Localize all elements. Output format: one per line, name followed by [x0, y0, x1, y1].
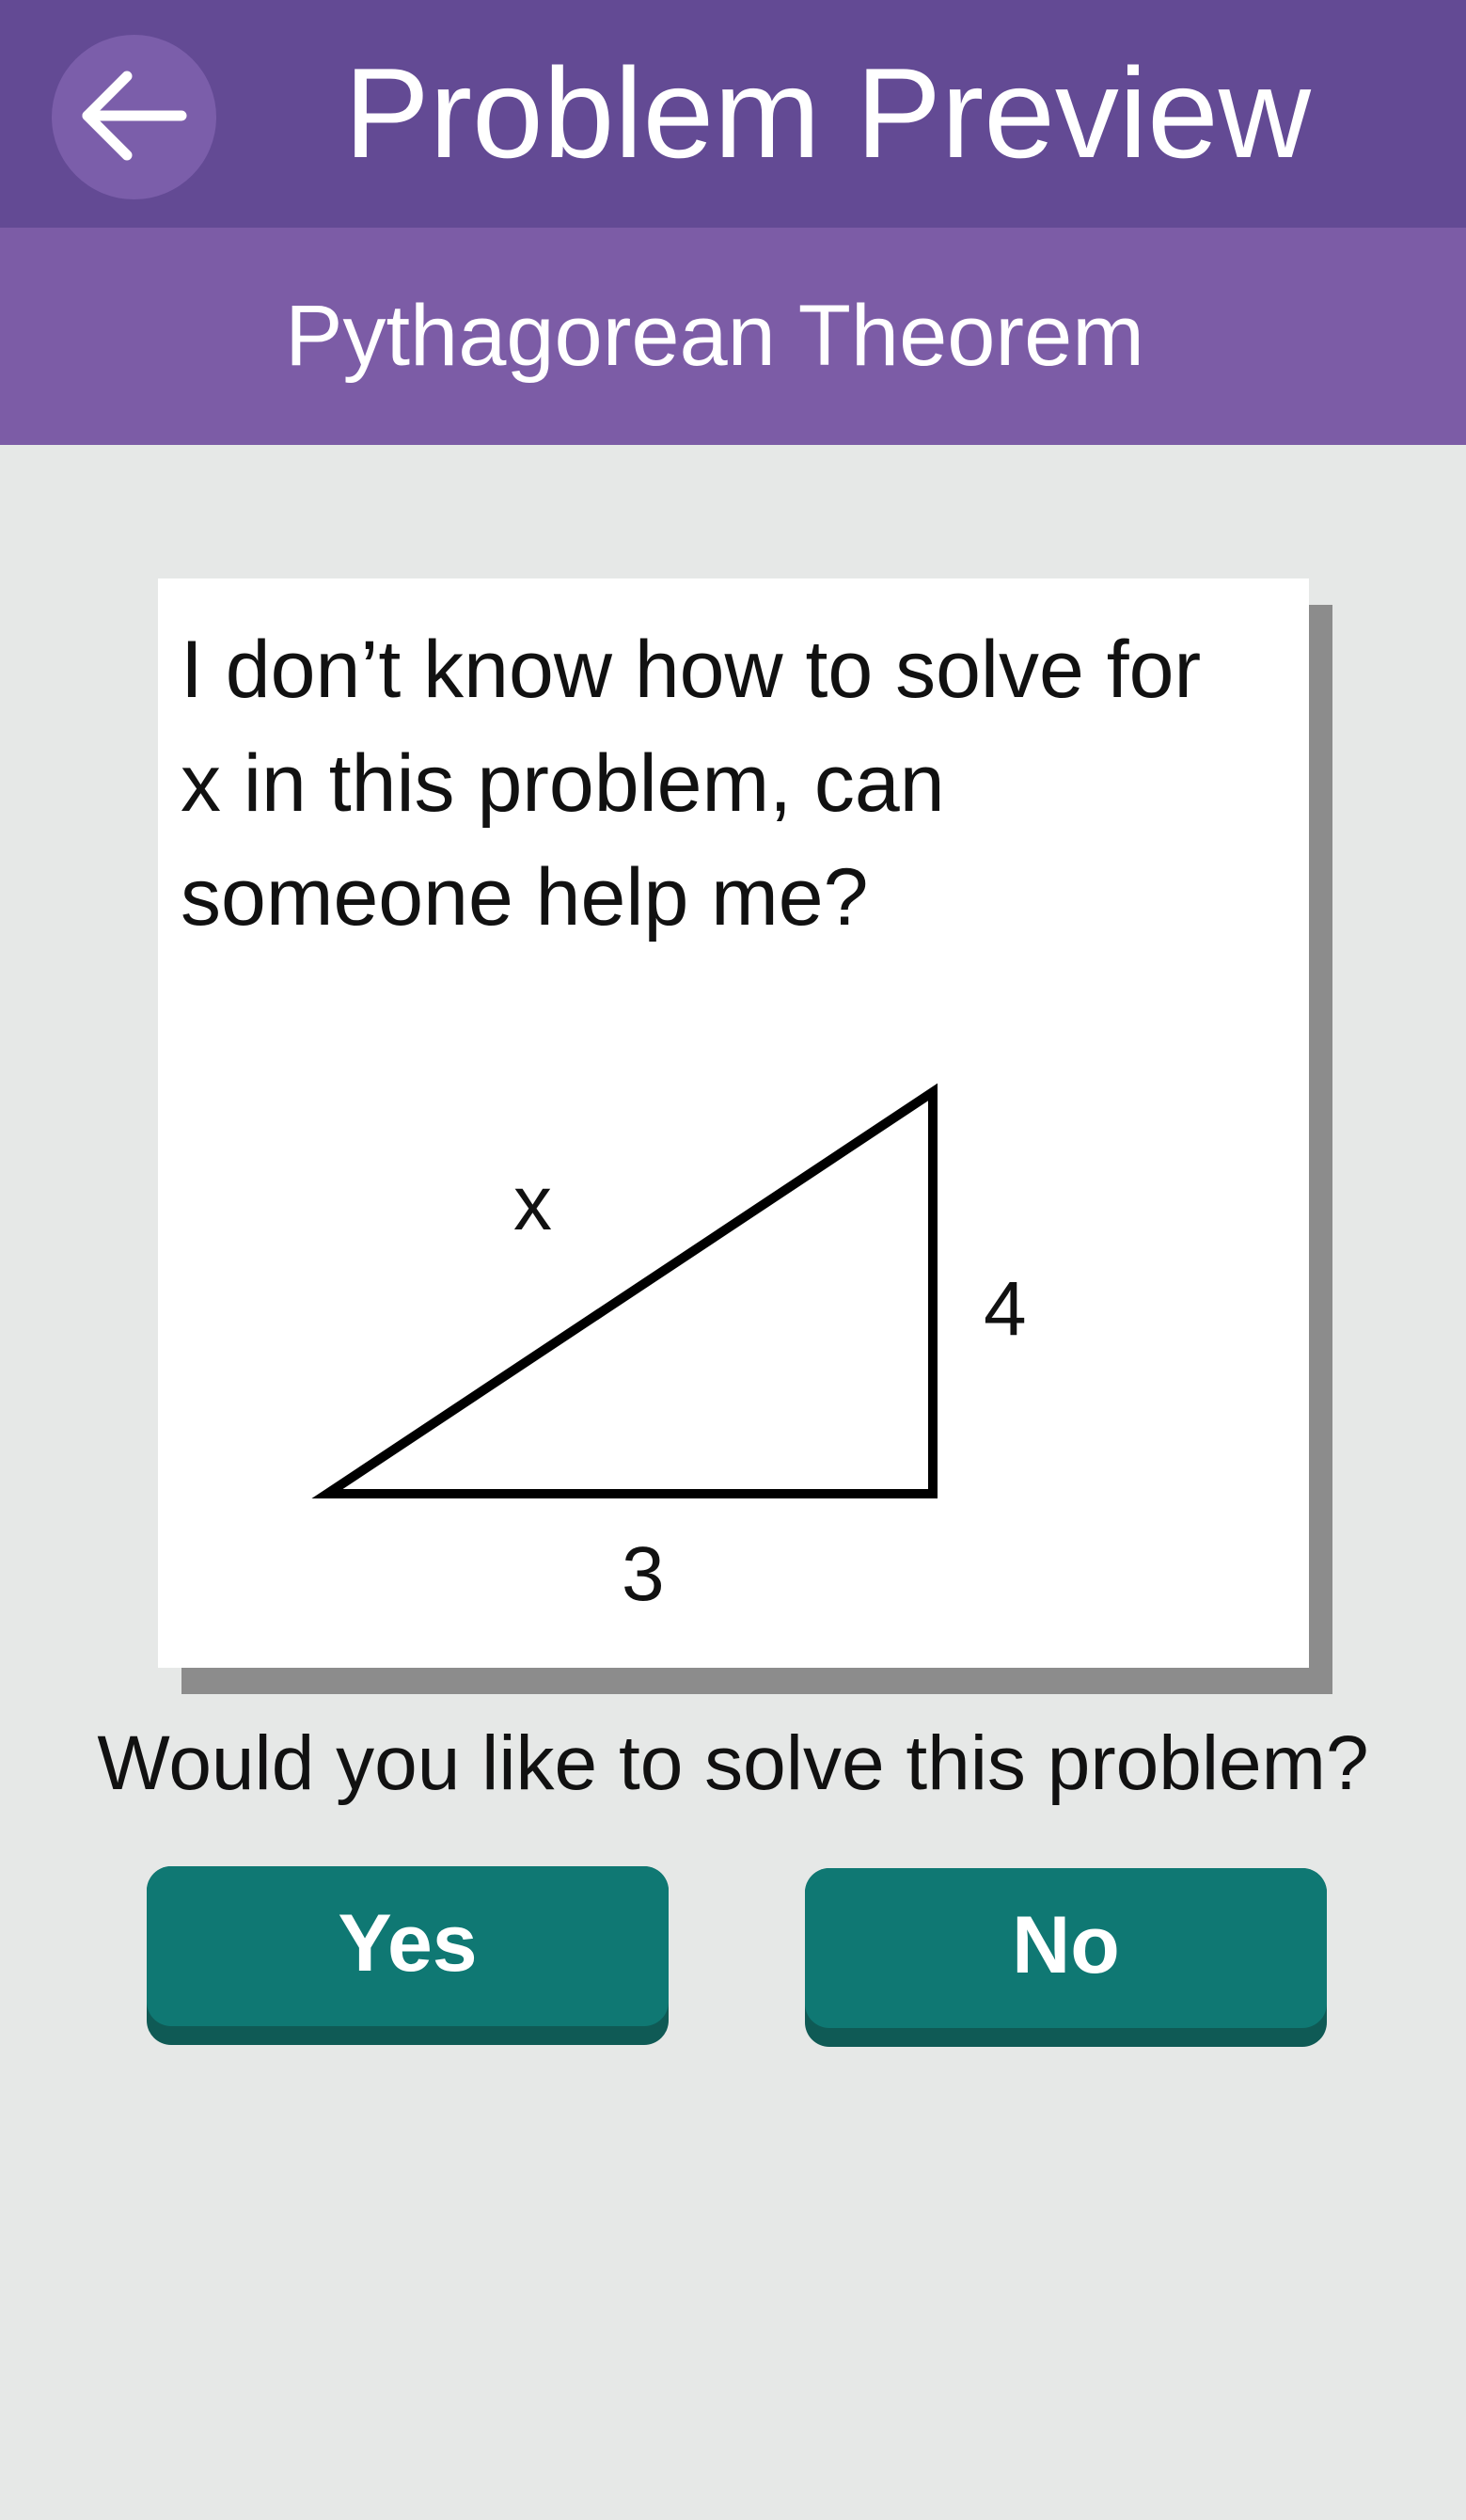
hypotenuse-label: x — [513, 1161, 552, 1246]
horizontal-side-label: 3 — [622, 1531, 665, 1617]
arrow-left-icon — [82, 71, 187, 161]
page-title: Problem Preview — [344, 41, 1311, 184]
back-button[interactable] — [52, 35, 216, 199]
no-button[interactable]: No — [805, 1868, 1327, 2047]
yes-button[interactable]: Yes — [147, 1866, 669, 2045]
top-app-bar: Problem Preview — [0, 0, 1466, 228]
no-button-label: No — [805, 1868, 1327, 2028]
problem-card: I don’t know how to solve for x in this … — [158, 578, 1309, 1668]
yes-button-label: Yes — [147, 1866, 669, 2026]
vertical-side-label: 4 — [984, 1266, 1027, 1352]
solve-prompt: Would you like to solve this problem? — [97, 1720, 1369, 1806]
right-triangle-figure — [311, 1083, 938, 1498]
triangle-shape — [311, 1083, 938, 1498]
topic-bar: Pythagorean Theorem — [0, 228, 1466, 445]
topic-title: Pythagorean Theorem — [285, 288, 1144, 384]
